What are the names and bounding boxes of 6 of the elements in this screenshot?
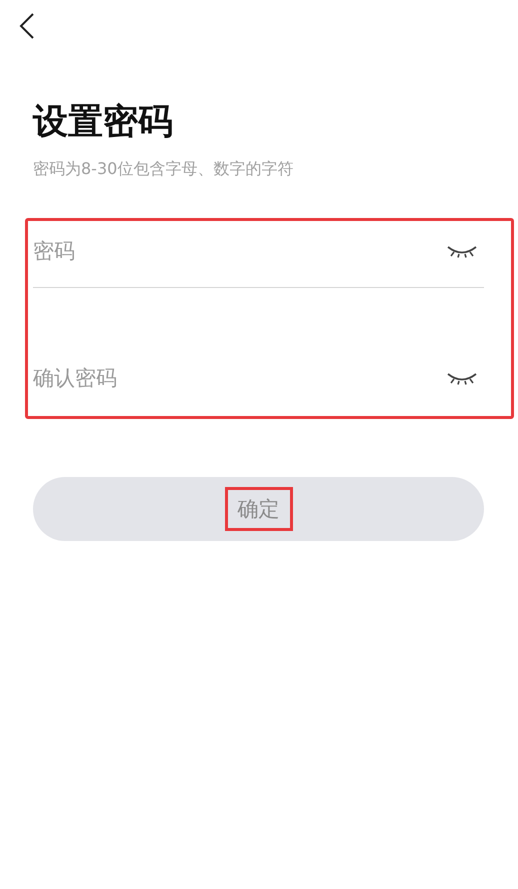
closed-eye-icon[interactable]: [446, 244, 478, 258]
password-field[interactable]: 确认密码: [33, 366, 446, 390]
page-title: 设置密码: [33, 101, 174, 144]
password-field[interactable]: 密码: [33, 239, 446, 263]
password-hint: 密码为8-30位包含字母、数字的字符: [33, 159, 294, 180]
closed-eye-icon[interactable]: [446, 371, 478, 385]
